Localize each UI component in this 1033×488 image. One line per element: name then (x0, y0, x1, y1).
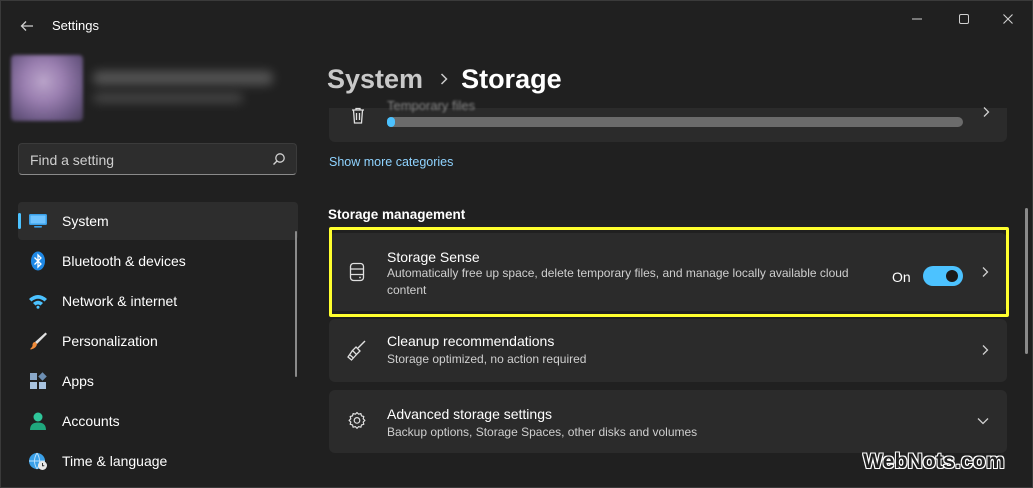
maximize-icon (959, 14, 969, 24)
broom-icon (346, 339, 368, 361)
sidebar-item-label: System (62, 213, 109, 229)
card-description: Storage optimized, no action required (387, 352, 587, 366)
close-button[interactable] (988, 7, 1028, 31)
chevron-right-icon (982, 267, 989, 277)
sidebar-item-label: Bluetooth & devices (62, 253, 186, 269)
account-icon (28, 411, 48, 431)
sidebar-nav: System Bluetooth & devices Network & int… (18, 202, 298, 482)
maximize-button[interactable] (944, 7, 984, 31)
sidebar-item-personalization[interactable]: Personalization (18, 322, 298, 360)
card-description: Automatically free up space, delete temp… (387, 266, 849, 297)
search-input[interactable]: Find a setting (30, 152, 114, 168)
card-title: Storage Sense (387, 249, 480, 265)
title-bar: Settings (1, 1, 1032, 51)
card-title: Advanced storage settings (387, 406, 552, 422)
trash-icon (352, 107, 364, 124)
sidebar-item-label: Network & internet (62, 293, 178, 309)
sidebar-item-label: Accounts (62, 413, 120, 429)
card-description: Backup options, Storage Spaces, other di… (387, 425, 698, 439)
wifi-icon (28, 291, 48, 311)
sidebar-item-accounts[interactable]: Accounts (18, 402, 298, 440)
search-icon (273, 153, 285, 165)
sidebar-item-apps[interactable]: Apps (18, 362, 298, 400)
toggle-state-label: On (892, 269, 911, 285)
close-icon (1003, 14, 1013, 24)
card-title: Cleanup recommendations (387, 333, 555, 349)
sidebar-item-time-language[interactable]: Time & language (18, 442, 298, 480)
show-more-categories-link[interactable]: Show more categories (329, 155, 453, 169)
minimize-button[interactable] (897, 7, 937, 31)
toggle-knob (946, 270, 958, 282)
active-indicator (18, 213, 21, 229)
sidebar-item-system[interactable]: System (18, 202, 298, 240)
paintbrush-icon (28, 331, 48, 351)
main-scrollbar[interactable] (1025, 208, 1028, 354)
gear-icon (346, 410, 368, 432)
bluetooth-icon (28, 251, 48, 271)
minimize-icon (912, 18, 922, 20)
storage-drive-icon (346, 261, 368, 283)
storage-sense-card[interactable]: Storage Sense Automatically free up spac… (329, 233, 1007, 311)
sidebar-item-network-internet[interactable]: Network & internet (18, 282, 298, 320)
settings-window: Settings Find a setting System Bluetooth… (0, 0, 1033, 488)
back-button[interactable] (13, 13, 41, 39)
section-title: Storage management (328, 207, 466, 222)
storage-sense-toggle[interactable] (923, 266, 963, 286)
advanced-storage-settings-card[interactable]: Advanced storage settings Backup options… (329, 390, 1007, 453)
sidebar-item-label: Apps (62, 373, 94, 389)
search-box[interactable]: Find a setting (18, 143, 297, 175)
avatar (11, 55, 83, 121)
chevron-down-icon[interactable] (976, 416, 990, 426)
app-title: Settings (52, 18, 99, 33)
chevron-right-icon (982, 345, 989, 355)
cleanup-recommendations-card[interactable]: Cleanup recommendations Storage optimize… (329, 319, 1007, 382)
sidebar-scrollbar[interactable] (295, 231, 297, 377)
category-label: Temporary files (387, 98, 476, 113)
chevron-right-icon (439, 72, 449, 86)
breadcrumb-parent[interactable]: System (327, 64, 423, 95)
storage-usage-fill (387, 117, 395, 127)
globe-clock-icon (28, 451, 48, 471)
profile-name-redacted (93, 71, 273, 85)
chevron-right-icon (983, 107, 990, 117)
storage-category-card[interactable]: Temporary files (329, 98, 1007, 142)
watermark-logo: WebNots.com (863, 450, 1005, 473)
back-arrow-icon (20, 21, 33, 31)
apps-icon (28, 371, 48, 391)
breadcrumb: System Storage (327, 59, 562, 99)
user-profile[interactable] (9, 53, 299, 123)
sidebar-item-label: Personalization (62, 333, 158, 349)
storage-usage-bar (387, 117, 963, 127)
page-title: Storage (461, 63, 562, 94)
sidebar-item-label: Time & language (62, 453, 168, 469)
sidebar-item-bluetooth-devices[interactable]: Bluetooth & devices (18, 242, 298, 280)
system-monitor-icon (28, 211, 48, 231)
profile-email-redacted (93, 93, 243, 103)
